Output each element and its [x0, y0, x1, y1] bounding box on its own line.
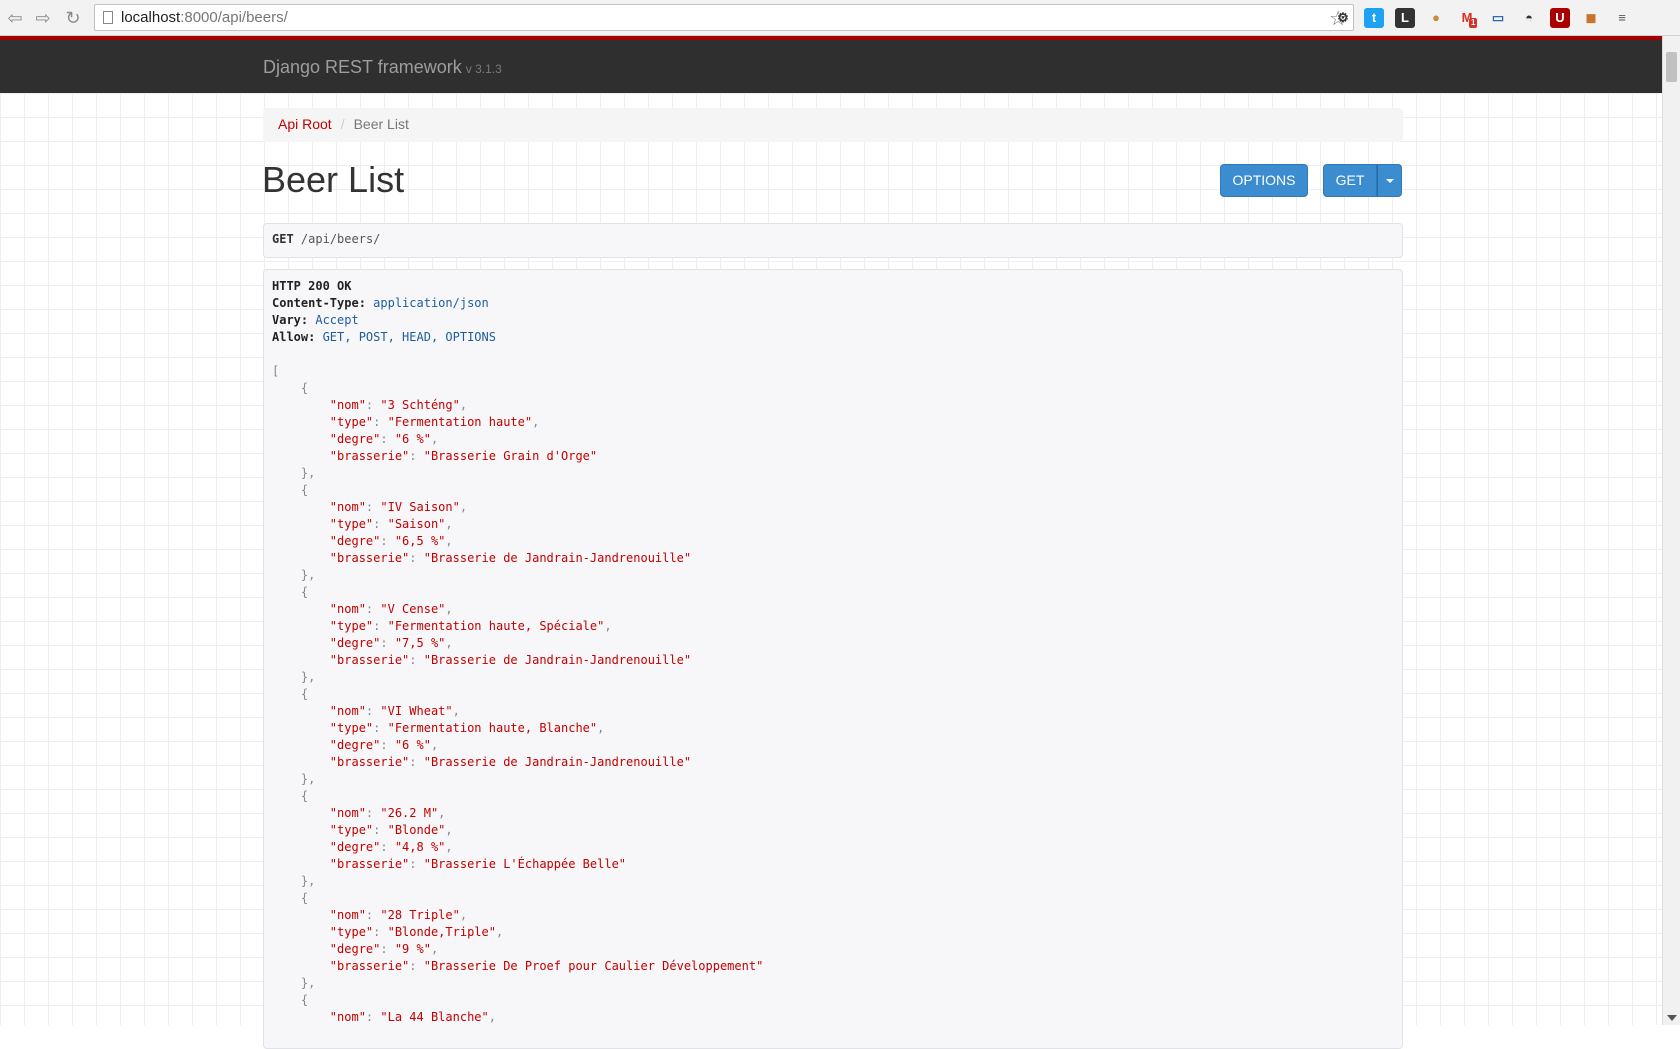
json-field-degre: "degre": "6 %", [329, 738, 439, 752]
json-field-type: "type": "Blonde,Triple", [329, 925, 504, 939]
breadcrumb-current: Beer List [353, 116, 409, 132]
url-text[interactable]: localhost:8000/api/beers/ [121, 9, 288, 26]
twitter-icon[interactable]: t [1364, 8, 1384, 28]
breadcrumb-api-root[interactable]: Api Root [278, 116, 332, 132]
gmail-icon[interactable]: M1 [1457, 8, 1478, 28]
json-field-degre: "degre": "4,8 %", [329, 840, 453, 854]
json-field-nom: "nom": "VI Wheat", [329, 704, 460, 718]
get-button[interactable]: GET [1323, 164, 1377, 197]
json-object-open: { [300, 993, 309, 1007]
brand-link[interactable]: Django REST framework v 3.1.3 [263, 57, 502, 78]
json-field-nom: "nom": "3 Schténg", [329, 398, 468, 412]
json-field-degre: "degre": "6 %", [329, 432, 439, 446]
response-info: HTTP 200 OK Content-Type: application/js… [263, 269, 1403, 1049]
page-content: Api Root / Beer List Beer List OPTIONS GET… [0, 93, 1662, 1049]
json-object-open: { [300, 789, 309, 803]
json-object-close: }, [300, 772, 316, 786]
json-object-open: { [300, 585, 309, 599]
page-title: Beer List [262, 159, 405, 200]
response-header: Vary: Accept [272, 313, 359, 327]
json-field-type: "type": "Blonde", [329, 823, 453, 837]
json-object-open: { [300, 891, 309, 905]
caret-down-icon [1385, 179, 1394, 184]
forward-icon[interactable]: ⇨ [32, 7, 54, 29]
scrollbar-thumb[interactable] [1666, 52, 1677, 82]
breadcrumb-separator: / [340, 116, 345, 132]
json-object-close: }, [300, 466, 316, 480]
json-object-close: }, [300, 670, 316, 684]
json-field-brasserie: "brasserie": "Brasserie L'Échappée Belle… [329, 857, 627, 871]
json-field-type: "type": "Fermentation haute, Blanche", [329, 721, 605, 735]
options-button[interactable]: OPTIONS [1220, 164, 1308, 197]
json-field-nom: "nom": "IV Saison", [329, 500, 468, 514]
response-json: [ { "nom": "3 Schténg", "type": "Ferment… [272, 363, 1394, 1026]
breadcrumb: Api Root / Beer List [263, 108, 1403, 142]
mask-icon[interactable]: ◓ [1519, 8, 1539, 28]
json-field-brasserie: "brasserie": "Brasserie de Jandrain-Jand… [329, 755, 692, 769]
response-header: Allow: GET, POST, HEAD, OPTIONS [272, 330, 496, 344]
menu-icon[interactable]: ≡ [1612, 8, 1632, 28]
json-object-close: }, [300, 568, 316, 582]
navbar: Django REST framework v 3.1.3 [0, 40, 1662, 93]
gear-icon[interactable]: ⚙ [1333, 8, 1353, 28]
json-field-nom: "nom": "La 44 Blanche", [329, 1010, 496, 1024]
screenshot-icon[interactable]: ▭ [1488, 8, 1508, 28]
json-field-degre: "degre": "9 %", [329, 942, 439, 956]
request-method: GET [272, 232, 294, 246]
json-field-brasserie: "brasserie": "Brasserie Grain d'Orge" [329, 449, 598, 463]
l-extension-icon[interactable]: L [1395, 8, 1415, 28]
get-format-dropdown-button[interactable] [1377, 164, 1402, 197]
json-field-type: "type": "Saison", [329, 517, 453, 531]
bag-icon[interactable]: ◼ [1581, 8, 1601, 28]
request-info: GET /api/beers/ [263, 223, 1403, 258]
vertical-scrollbar[interactable] [1662, 36, 1680, 1025]
version-label: v 3.1.3 [465, 62, 502, 76]
ublock-icon[interactable]: U [1550, 8, 1570, 28]
json-object-open: { [300, 687, 309, 701]
json-field-nom: "nom": "26.2 M", [329, 806, 446, 820]
gmail-badge: 1 [1469, 18, 1478, 28]
json-field-nom: "nom": "28 Triple", [329, 908, 468, 922]
page-icon [103, 11, 113, 24]
json-object-open: { [300, 483, 309, 497]
json-field-type: "type": "Fermentation haute, Spéciale", [329, 619, 612, 633]
json-field-type: "type": "Fermentation haute", [329, 415, 540, 429]
json-field-degre: "degre": "7,5 %", [329, 636, 453, 650]
json-open-bracket: [ [272, 364, 280, 378]
json-field-nom: "nom": "V Cense", [329, 602, 453, 616]
response-header: Content-Type: application/json [272, 296, 489, 310]
address-bar[interactable]: localhost:8000/api/beers/ ☆ [94, 4, 1354, 31]
json-field-brasserie: "brasserie": "Brasserie De Proef pour Ca… [329, 959, 764, 973]
scroll-down-icon[interactable] [1667, 1015, 1677, 1021]
json-object-close: }, [300, 976, 316, 990]
json-field-brasserie: "brasserie": "Brasserie de Jandrain-Jand… [329, 551, 692, 565]
json-field-degre: "degre": "6,5 %", [329, 534, 453, 548]
response-status: HTTP 200 OK [272, 279, 352, 293]
json-object-open: { [300, 381, 309, 395]
browser-toolbar: ⇦ ⇨ ↻ localhost:8000/api/beers/ ☆ ⚙ t L ● M 1… [0, 0, 1680, 36]
json-field-brasserie: "brasserie": "Brasserie de Jandrain-Jand… [329, 653, 692, 667]
json-object-close: }, [300, 874, 316, 888]
cookie-icon[interactable]: ● [1426, 8, 1446, 28]
reload-icon[interactable]: ↻ [62, 7, 84, 29]
back-icon[interactable]: ⇦ [4, 7, 26, 29]
request-path: /api/beers/ [300, 232, 381, 246]
